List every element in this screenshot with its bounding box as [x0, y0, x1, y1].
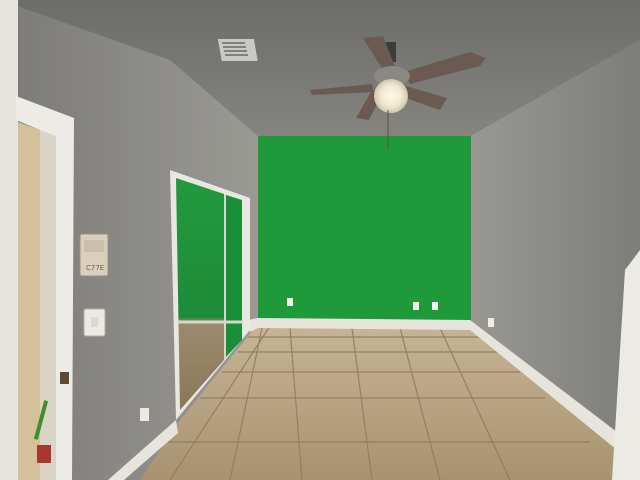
- wall-outlet-left: [140, 408, 149, 421]
- outlet-green-1: [287, 298, 293, 306]
- ceiling-vent: [217, 39, 258, 61]
- dustpan: [37, 445, 51, 463]
- thermostat-label: C77E: [86, 264, 104, 272]
- outlet-green-3: [432, 302, 438, 310]
- outlet-right-wall: [488, 318, 494, 327]
- thermostat: C77E: [79, 233, 109, 277]
- room-photo: C77E: [0, 0, 640, 480]
- accent-wall: [258, 136, 471, 324]
- outlet-green-2: [413, 302, 419, 310]
- light-switch-toggle: [91, 317, 98, 327]
